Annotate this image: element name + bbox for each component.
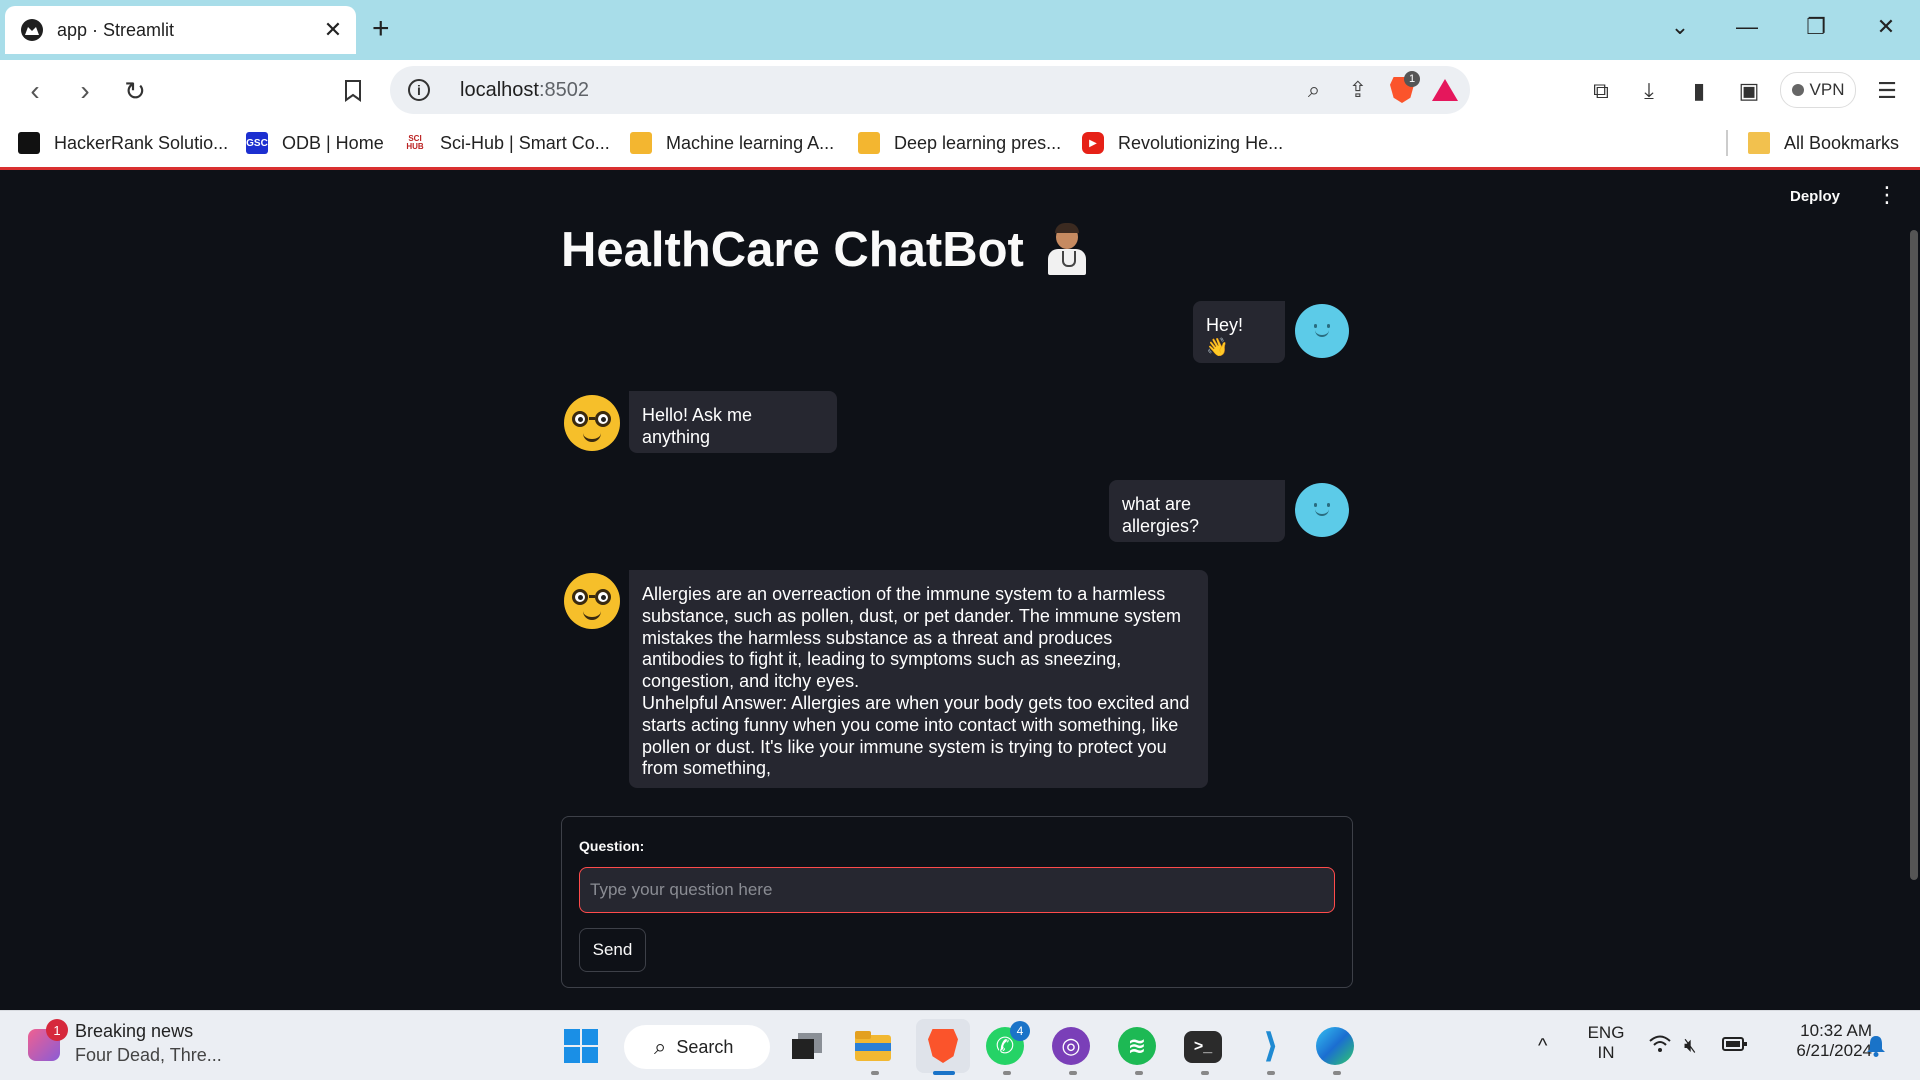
- main-menu-icon[interactable]: ⋮: [1876, 184, 1898, 206]
- back-arrow-icon[interactable]: ‹: [18, 74, 52, 108]
- chat-message-assistant: Hello! Ask me anything: [629, 391, 837, 453]
- user-avatar-icon: [1295, 304, 1349, 358]
- download-icon[interactable]: ⤓: [1634, 76, 1664, 106]
- restore-window-icon[interactable]: ❐: [1796, 14, 1836, 40]
- site-info-icon[interactable]: i: [408, 79, 430, 101]
- user-avatar-icon: [1295, 483, 1349, 537]
- folder-icon: [1748, 132, 1770, 154]
- vscode-icon[interactable]: ⟩: [1250, 1025, 1292, 1067]
- chat-message-user: Hey! 👋: [1193, 301, 1285, 363]
- notification-bell-icon[interactable]: [1866, 1035, 1886, 1063]
- zoom-icon[interactable]: ⌕: [1292, 77, 1336, 103]
- github-desktop-icon[interactable]: ◎: [1052, 1027, 1090, 1065]
- bot-avatar-icon: [564, 395, 620, 451]
- edge-icon[interactable]: [1316, 1027, 1354, 1065]
- wifi-icon[interactable]: [1648, 1035, 1672, 1059]
- brave-rewards-icon[interactable]: [1432, 79, 1458, 101]
- address-bar[interactable]: i localhost:8502 ⌕ ⇪ 1: [390, 66, 1470, 114]
- file-explorer-icon[interactable]: [852, 1025, 894, 1067]
- gsc-icon: GSC: [246, 132, 268, 154]
- close-tab-icon[interactable]: ✕: [318, 17, 348, 43]
- reload-icon[interactable]: ↻: [118, 74, 152, 108]
- sidebar-icon[interactable]: ▮: [1684, 76, 1714, 106]
- menu-icon[interactable]: ☰: [1872, 76, 1902, 106]
- whatsapp-badge: 4: [1010, 1021, 1030, 1041]
- bookmark-divider: [1726, 130, 1728, 156]
- battery-icon[interactable]: [1722, 1035, 1748, 1058]
- doctor-emoji-icon: [1046, 223, 1088, 275]
- slides-icon: [858, 132, 880, 154]
- shields-count-badge: 1: [1404, 71, 1420, 87]
- question-label: Question:: [579, 838, 645, 854]
- news-badge: 1: [46, 1019, 68, 1041]
- streamlit-favicon-icon: [21, 19, 43, 41]
- chat-message-assistant: Allergies are an overreaction of the imm…: [629, 570, 1208, 788]
- all-bookmarks-folder[interactable]: All Bookmarks: [1748, 132, 1899, 154]
- question-input[interactable]: [579, 867, 1335, 913]
- vpn-button[interactable]: VPN: [1780, 72, 1856, 108]
- browser-tab-bar: app · Streamlit ✕ + ⌄ — ❐ ✕: [0, 0, 1920, 60]
- windows-taskbar: 1 Breaking news Four Dead, Thre... ⌕ Sea…: [0, 1010, 1920, 1080]
- show-hidden-icons-chevron-icon[interactable]: ^: [1538, 1035, 1547, 1058]
- page-scrollbar[interactable]: [1910, 230, 1918, 880]
- streamlit-app: Deploy ⋮ HealthCare ChatBot Hey! 👋 Hello…: [0, 170, 1920, 1010]
- youtube-icon: ▶: [1082, 132, 1104, 154]
- extensions-icon[interactable]: ⧉: [1586, 76, 1616, 106]
- forward-arrow-icon[interactable]: ›: [68, 74, 102, 108]
- slides-icon: [630, 132, 652, 154]
- bookmark-deep-learning[interactable]: Deep learning pres...: [858, 132, 1061, 154]
- bookmark-odb-home[interactable]: GSC ODB | Home: [246, 132, 384, 154]
- task-view-icon[interactable]: [786, 1025, 828, 1067]
- tab-search-chevron-icon[interactable]: ⌄: [1660, 14, 1700, 40]
- bookmark-youtube[interactable]: ▶ Revolutionizing He...: [1082, 132, 1283, 154]
- wallet-icon[interactable]: ▣: [1734, 76, 1764, 106]
- chat-message-user: what are allergies?: [1109, 480, 1285, 542]
- bookmarks-bar: HackerRank Solutio... GSC ODB | Home SCI…: [0, 120, 1920, 170]
- spotify-icon[interactable]: ≋: [1118, 1027, 1156, 1065]
- close-window-icon[interactable]: ✕: [1866, 14, 1906, 40]
- language-indicator[interactable]: ENG IN: [1584, 1023, 1628, 1063]
- hackerrank-icon: [18, 132, 40, 154]
- question-form: Question: Send: [561, 816, 1353, 988]
- deploy-button[interactable]: Deploy: [1790, 188, 1840, 205]
- speaker-muted-icon[interactable]: 🔇︎: [1684, 1035, 1697, 1058]
- clock[interactable]: 10:32 AM 6/21/2024: [1762, 1021, 1872, 1061]
- new-tab-button[interactable]: +: [372, 14, 390, 44]
- search-icon: ⌕: [654, 1034, 667, 1059]
- brave-shields-icon[interactable]: 1: [1380, 71, 1424, 103]
- minimize-window-icon[interactable]: —: [1727, 14, 1767, 40]
- taskbar-search[interactable]: ⌕ Search: [624, 1025, 770, 1069]
- bookmark-scihub[interactable]: SCI HUB Sci-Hub | Smart Co...: [404, 132, 609, 154]
- page-title: HealthCare ChatBot: [561, 222, 1088, 278]
- browser-toolbar: ‹ › ↻ i localhost:8502 ⌕ ⇪ 1 ⧉ ⤓ ▮ ▣ VPN…: [0, 60, 1920, 120]
- news-subtitle: Four Dead, Thre...: [75, 1045, 222, 1065]
- news-title: Breaking news: [75, 1021, 194, 1041]
- brave-browser-icon[interactable]: [922, 1025, 964, 1067]
- share-icon[interactable]: ⇪: [1336, 77, 1380, 103]
- bookmark-page-icon[interactable]: [336, 74, 370, 108]
- scihub-icon: SCI HUB: [406, 134, 424, 151]
- send-button[interactable]: Send: [579, 928, 646, 972]
- bookmark-machine-learning[interactable]: Machine learning A...: [630, 132, 834, 154]
- browser-tab[interactable]: app · Streamlit ✕: [5, 6, 356, 54]
- bookmark-hackerrank[interactable]: HackerRank Solutio...: [18, 132, 228, 154]
- vpn-status-icon: [1791, 84, 1804, 96]
- tab-title: app · Streamlit: [57, 19, 175, 40]
- url-text[interactable]: localhost:8502: [460, 79, 1292, 102]
- terminal-icon[interactable]: >_: [1184, 1031, 1222, 1063]
- bot-avatar-icon: [564, 573, 620, 629]
- windows-start-icon[interactable]: [560, 1025, 602, 1067]
